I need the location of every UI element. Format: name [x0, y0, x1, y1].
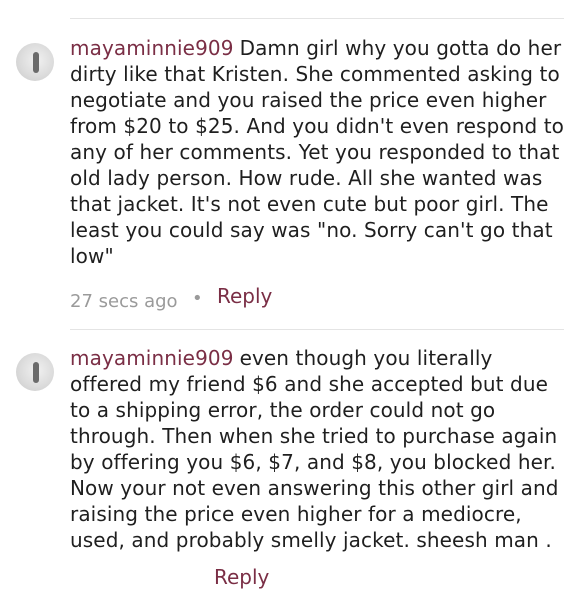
- avatar-figure: [33, 52, 39, 73]
- comment-text: mayaminnie909 even though you literally o…: [70, 345, 566, 553]
- comment-message: Damn girl why you gotta do her dirty lik…: [70, 36, 565, 268]
- meta-separator: •: [192, 288, 203, 309]
- comment-timestamp: 27 secs ago: [70, 291, 178, 312]
- avatar[interactable]: [16, 43, 54, 81]
- avatar[interactable]: [16, 353, 54, 391]
- comment-meta: 27 secs ago • Reply: [70, 284, 272, 317]
- comment-message: even though you literally offered my fri…: [70, 346, 559, 552]
- comment-username[interactable]: mayaminnie909: [70, 36, 234, 60]
- reply-button[interactable]: Reply: [214, 565, 269, 589]
- comment-divider: [70, 329, 564, 330]
- comment-username[interactable]: mayaminnie909: [70, 346, 234, 370]
- comment-divider: [70, 18, 564, 19]
- comment-text: mayaminnie909 Damn girl why you gotta do …: [70, 35, 566, 269]
- reply-button[interactable]: Reply: [217, 284, 272, 308]
- avatar-figure: [33, 362, 39, 383]
- previous-comment-meta: [70, 0, 76, 9]
